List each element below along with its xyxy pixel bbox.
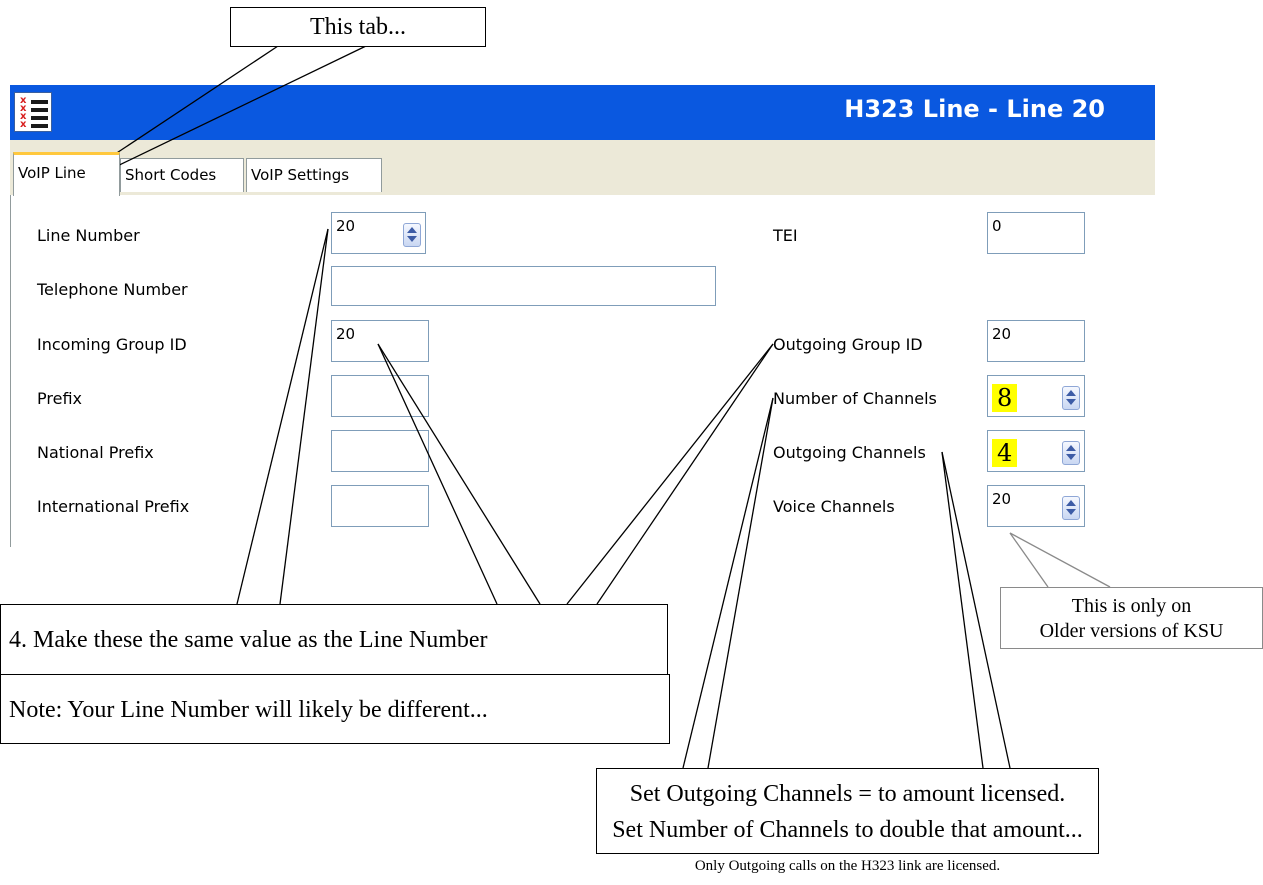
tei-input[interactable]: 0 bbox=[987, 212, 1085, 254]
voice-channels-label: Voice Channels bbox=[773, 497, 895, 516]
outgoing-group-id-input[interactable]: 20 bbox=[987, 320, 1085, 362]
outgoing-channels-stepper[interactable]: 4 bbox=[987, 430, 1085, 472]
older-versions-line1: This is only on bbox=[1071, 595, 1192, 617]
voip-line-panel bbox=[10, 195, 1155, 547]
voice-channels-value: 20 bbox=[992, 490, 1012, 508]
spin-arrows-icon[interactable] bbox=[1062, 496, 1080, 520]
incoming-group-id-label: Incoming Group ID bbox=[37, 335, 187, 354]
tab-voip-line[interactable]: VoIP Line bbox=[13, 152, 120, 196]
same-value-callout: 4. Make these the same value as the Line… bbox=[0, 604, 668, 675]
national-prefix-label: National Prefix bbox=[37, 443, 154, 462]
tab-note-callout: This tab... bbox=[230, 7, 486, 47]
window-title: H323 Line - Line 20 bbox=[844, 95, 1105, 123]
likely-different-callout: Note: Your Line Number will likely be di… bbox=[0, 674, 670, 744]
prefix-label: Prefix bbox=[37, 389, 82, 408]
incoming-group-id-input[interactable]: 20 bbox=[331, 320, 429, 362]
older-versions-line2: Older versions of KSU bbox=[1039, 620, 1224, 642]
spin-arrows-icon[interactable] bbox=[1062, 386, 1080, 410]
spin-arrows-icon[interactable] bbox=[403, 223, 421, 247]
tab-note-text: This tab... bbox=[310, 14, 406, 40]
outgoing-channels-value: 4 bbox=[992, 439, 1018, 467]
tei-label: TEI bbox=[773, 226, 798, 245]
channels-callout: Set Outgoing Channels = to amount licens… bbox=[596, 768, 1099, 854]
channels-line2: Set Number of Channels to double that am… bbox=[612, 817, 1083, 843]
outgoing-group-id-label: Outgoing Group ID bbox=[773, 335, 923, 354]
voice-channels-stepper[interactable]: 20 bbox=[987, 485, 1085, 527]
international-prefix-label: International Prefix bbox=[37, 497, 190, 516]
licensed-note: Only Outgoing calls on the H323 link are… bbox=[694, 858, 1001, 874]
international-prefix-input[interactable] bbox=[331, 485, 429, 527]
line-number-label: Line Number bbox=[37, 226, 140, 245]
prefix-input[interactable] bbox=[331, 375, 429, 417]
number-of-channels-stepper[interactable]: 8 bbox=[987, 375, 1085, 417]
same-value-text: 4. Make these the same value as the Line… bbox=[9, 627, 488, 653]
outgoing-channels-label: Outgoing Channels bbox=[773, 443, 926, 462]
window-titlebar: x x x x H323 Line - Line 20 bbox=[10, 85, 1155, 140]
spin-arrows-icon[interactable] bbox=[1062, 441, 1080, 465]
number-of-channels-label: Number of Channels bbox=[773, 389, 937, 408]
list-icon[interactable]: x x x x bbox=[14, 92, 52, 132]
telephone-number-label: Telephone Number bbox=[37, 280, 188, 299]
tab-strip: VoIP Line Short Codes VoIP Settings bbox=[10, 140, 1155, 196]
likely-different-text: Note: Your Line Number will likely be di… bbox=[9, 697, 488, 723]
tab-voip-settings[interactable]: VoIP Settings bbox=[246, 158, 382, 192]
number-of-channels-value: 8 bbox=[992, 384, 1018, 412]
channels-line1: Set Outgoing Channels = to amount licens… bbox=[629, 781, 1066, 807]
line-number-stepper[interactable]: 20 bbox=[331, 212, 426, 254]
tab-short-codes[interactable]: Short Codes bbox=[120, 158, 244, 192]
line-number-value: 20 bbox=[336, 217, 356, 235]
telephone-number-input[interactable] bbox=[331, 266, 716, 306]
national-prefix-input[interactable] bbox=[331, 430, 429, 472]
older-versions-callout: This is only on Older versions of KSU bbox=[1000, 587, 1263, 649]
